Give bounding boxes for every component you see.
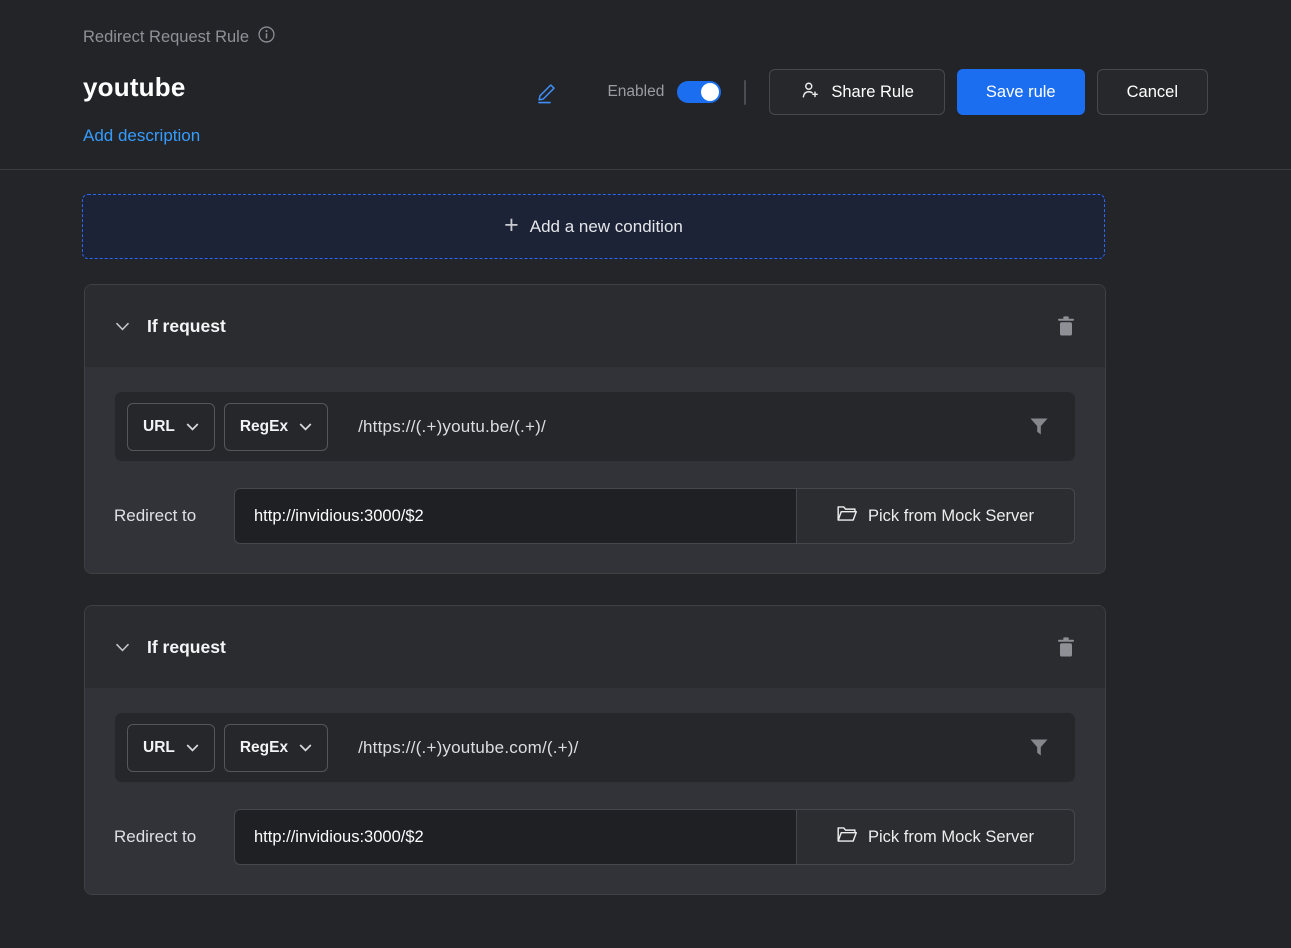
enabled-toggle[interactable] (677, 81, 721, 103)
source-value-input[interactable]: /https://(.+)youtube.com/(.+)/ (358, 738, 578, 758)
condition-card-1: If request URL RegEx (84, 284, 1106, 574)
pick-from-mock-server-button[interactable]: Pick from Mock Server (797, 809, 1075, 865)
filter-icon[interactable] (1029, 418, 1049, 435)
condition-card-1-body: URL RegEx /https://(.+)youtu.be/(.+)/ (85, 367, 1105, 573)
source-condition-row: URL RegEx /https://(.+)youtu.be/(.+)/ (114, 391, 1076, 462)
condition-card-2-body: URL RegEx /https://(.+)youtube.com/(.+)/ (85, 688, 1105, 894)
actions-divider (744, 80, 746, 105)
redirect-to-label: Redirect to (114, 488, 234, 544)
filter-icon[interactable] (1029, 739, 1049, 756)
save-rule-button[interactable]: Save rule (957, 69, 1085, 115)
source-operator-value: RegEx (240, 418, 288, 436)
condition-card-2-header: If request (85, 606, 1105, 688)
info-icon[interactable] (258, 26, 275, 48)
share-rule-button[interactable]: Share Rule (769, 69, 945, 115)
save-rule-label: Save rule (986, 83, 1056, 102)
add-description-link[interactable]: Add description (83, 126, 200, 146)
cancel-label: Cancel (1127, 83, 1178, 102)
chevron-down-icon (299, 739, 312, 757)
source-value-input[interactable]: /https://(.+)youtu.be/(.+)/ (358, 417, 546, 437)
source-key-value: URL (143, 739, 175, 757)
delete-condition-icon[interactable] (1057, 637, 1075, 657)
enabled-label: Enabled (607, 83, 664, 101)
rule-pairs-container: + Add a new condition If request URL (0, 170, 1291, 895)
chevron-down-icon (186, 739, 199, 757)
source-key-select[interactable]: URL (127, 724, 215, 772)
chevron-down-icon[interactable] (115, 643, 130, 652)
chevron-down-icon (299, 418, 312, 436)
condition-title: If request (147, 316, 226, 337)
chevron-down-icon[interactable] (115, 322, 130, 331)
chevron-down-icon (186, 418, 199, 436)
breadcrumb: Redirect Request Rule (83, 26, 275, 48)
plus-icon: + (504, 213, 519, 238)
condition-card-2: If request URL RegEx (84, 605, 1106, 895)
folder-open-icon (837, 826, 857, 848)
folder-open-icon (837, 505, 857, 527)
source-key-value: URL (143, 418, 175, 436)
rule-name: youtube (83, 72, 186, 103)
source-key-select[interactable]: URL (127, 403, 215, 451)
share-rule-label: Share Rule (831, 83, 914, 102)
redirect-destination-row: Redirect to Pick from Mock Server (114, 488, 1076, 544)
cancel-button[interactable]: Cancel (1097, 69, 1208, 115)
redirect-destination-input[interactable] (234, 809, 797, 865)
pick-from-mock-server-label: Pick from Mock Server (868, 507, 1034, 526)
header-actions: Enabled Share Rule Save rule Cancel (535, 69, 1208, 115)
redirect-destination-row: Redirect to Pick from Mock Server (114, 809, 1076, 865)
rule-type-label: Redirect Request Rule (83, 28, 249, 47)
condition-title: If request (147, 637, 226, 658)
source-condition-row: URL RegEx /https://(.+)youtube.com/(.+)/ (114, 712, 1076, 783)
add-condition-label: Add a new condition (530, 217, 683, 237)
edit-rule-name-icon[interactable] (535, 80, 559, 104)
pick-from-mock-server-button[interactable]: Pick from Mock Server (797, 488, 1075, 544)
redirect-destination-input[interactable] (234, 488, 797, 544)
delete-condition-icon[interactable] (1057, 316, 1075, 336)
source-operator-value: RegEx (240, 739, 288, 757)
user-add-icon (800, 80, 820, 105)
source-operator-select[interactable]: RegEx (224, 724, 328, 772)
toggle-knob (701, 83, 719, 101)
pick-from-mock-server-label: Pick from Mock Server (868, 828, 1034, 847)
add-condition-button[interactable]: + Add a new condition (82, 194, 1105, 259)
rule-editor-header: Redirect Request Rule youtube Add descri… (0, 0, 1291, 170)
condition-card-1-header: If request (85, 285, 1105, 367)
redirect-to-label: Redirect to (114, 809, 234, 865)
source-operator-select[interactable]: RegEx (224, 403, 328, 451)
